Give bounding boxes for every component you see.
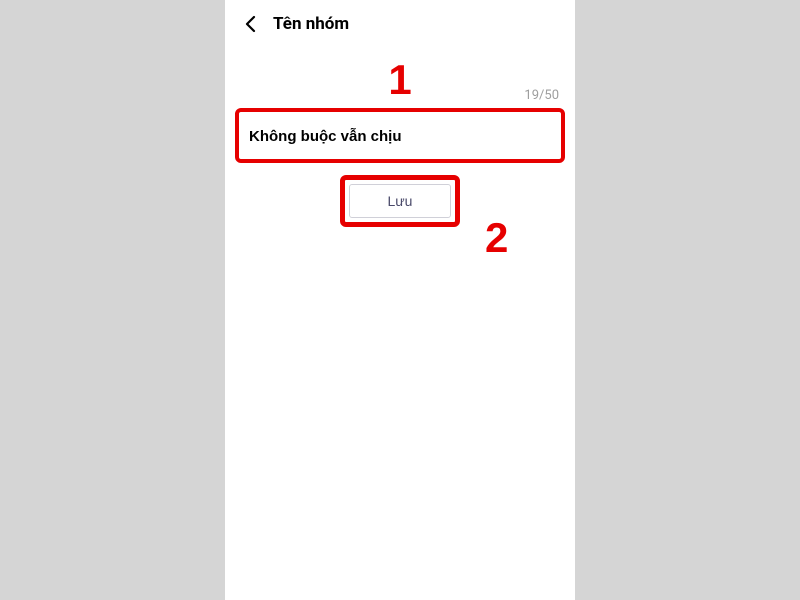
annotation-step-1: 1	[388, 56, 411, 104]
page-title: Tên nhóm	[273, 14, 349, 34]
phone-screen: Tên nhóm 1 19/50 Lưu 2	[225, 0, 575, 600]
annotation-step-2: 2	[485, 214, 508, 262]
group-name-input-highlight	[235, 108, 565, 163]
char-counter: 19/50	[524, 88, 559, 103]
header-bar: Tên nhóm	[225, 0, 575, 48]
save-button-highlight: Lưu	[340, 175, 460, 227]
save-button[interactable]: Lưu	[349, 184, 451, 218]
back-icon[interactable]	[241, 15, 259, 33]
group-name-input[interactable]	[249, 128, 551, 145]
